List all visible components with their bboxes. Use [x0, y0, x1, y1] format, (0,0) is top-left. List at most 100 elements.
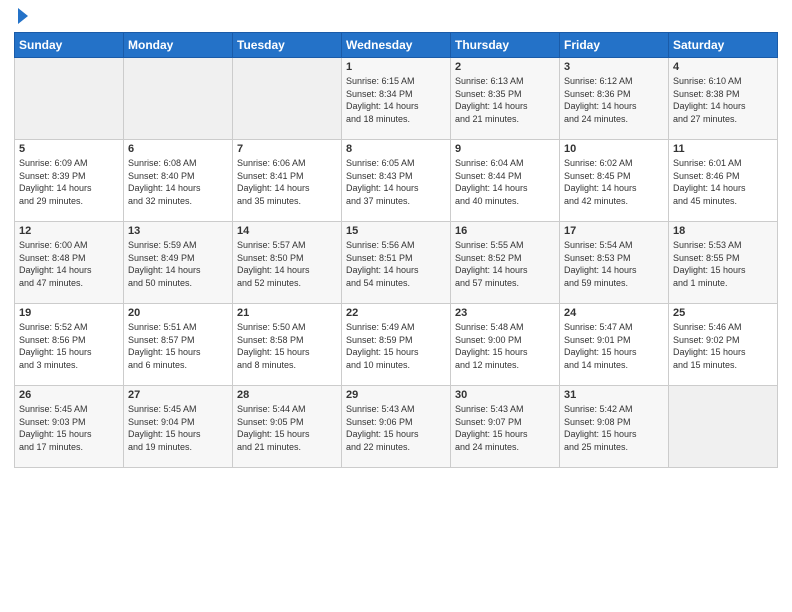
day-info: Sunrise: 6:12 AMSunset: 8:36 PMDaylight:…: [564, 75, 664, 125]
day-number: 17: [564, 225, 664, 237]
day-info: Sunrise: 5:49 AMSunset: 8:59 PMDaylight:…: [346, 321, 446, 371]
calendar-cell: 22 Sunrise: 5:49 AMSunset: 8:59 PMDayligh…: [342, 304, 451, 386]
day-info: Sunrise: 5:46 AMSunset: 9:02 PMDaylight:…: [673, 321, 773, 371]
day-info: Sunrise: 5:43 AMSunset: 9:06 PMDaylight:…: [346, 403, 446, 453]
day-info: Sunrise: 5:45 AMSunset: 9:03 PMDaylight:…: [19, 403, 119, 453]
calendar-cell: 18 Sunrise: 5:53 AMSunset: 8:55 PMDayligh…: [669, 222, 778, 304]
calendar-cell: 3 Sunrise: 6:12 AMSunset: 8:36 PMDaylight…: [560, 58, 669, 140]
page: SundayMondayTuesdayWednesdayThursdayFrid…: [0, 0, 792, 612]
day-info: Sunrise: 5:57 AMSunset: 8:50 PMDaylight:…: [237, 239, 337, 289]
day-number: 22: [346, 307, 446, 319]
calendar-week-3: 12 Sunrise: 6:00 AMSunset: 8:48 PMDayligh…: [15, 222, 778, 304]
calendar-cell: 19Sunrise: 5:52 AMSunset: 8:56 PMDayligh…: [15, 304, 124, 386]
logo-arrow-icon: [18, 8, 28, 24]
day-number: 9: [455, 143, 555, 155]
calendar-cell: [233, 58, 342, 140]
calendar-cell: 7 Sunrise: 6:06 AMSunset: 8:41 PMDaylight…: [233, 140, 342, 222]
calendar-cell: 25 Sunrise: 5:46 AMSunset: 9:02 PMDayligh…: [669, 304, 778, 386]
calendar-cell: 24Sunrise: 5:47 AMSunset: 9:01 PMDayligh…: [560, 304, 669, 386]
calendar-cell: 20Sunrise: 5:51 AMSunset: 8:57 PMDayligh…: [124, 304, 233, 386]
calendar-cell: 4Sunrise: 6:10 AMSunset: 8:38 PMDaylight…: [669, 58, 778, 140]
day-number: 31: [564, 389, 664, 401]
day-info: Sunrise: 6:00 AMSunset: 8:48 PMDaylight:…: [19, 239, 119, 289]
day-info: Sunrise: 5:42 AMSunset: 9:08 PMDaylight:…: [564, 403, 664, 453]
calendar-cell: 28 Sunrise: 5:44 AMSunset: 9:05 PMDayligh…: [233, 386, 342, 468]
day-number: 21: [237, 307, 337, 319]
col-header-tuesday: Tuesday: [233, 33, 342, 58]
day-number: 15: [346, 225, 446, 237]
day-number: 5: [19, 143, 119, 155]
calendar-week-1: 1 Sunrise: 6:15 AMSunset: 8:34 PMDaylight…: [15, 58, 778, 140]
day-number: 30: [455, 389, 555, 401]
day-info: Sunrise: 5:45 AMSunset: 9:04 PMDaylight:…: [128, 403, 228, 453]
header: [14, 10, 778, 24]
day-info: Sunrise: 5:59 AMSunset: 8:49 PMDaylight:…: [128, 239, 228, 289]
calendar-header-row: SundayMondayTuesdayWednesdayThursdayFrid…: [15, 33, 778, 58]
day-number: 7: [237, 143, 337, 155]
day-number: 28: [237, 389, 337, 401]
calendar-week-2: 5 Sunrise: 6:09 AMSunset: 8:39 PMDaylight…: [15, 140, 778, 222]
col-header-saturday: Saturday: [669, 33, 778, 58]
day-number: 18: [673, 225, 773, 237]
calendar-cell: 21 Sunrise: 5:50 AMSunset: 8:58 PMDayligh…: [233, 304, 342, 386]
day-info: Sunrise: 6:08 AMSunset: 8:40 PMDaylight:…: [128, 157, 228, 207]
day-info: Sunrise: 6:15 AMSunset: 8:34 PMDaylight:…: [346, 75, 446, 125]
day-info: Sunrise: 6:04 AMSunset: 8:44 PMDaylight:…: [455, 157, 555, 207]
col-header-wednesday: Wednesday: [342, 33, 451, 58]
calendar-cell: [15, 58, 124, 140]
day-info: Sunrise: 5:56 AMSunset: 8:51 PMDaylight:…: [346, 239, 446, 289]
day-number: 12: [19, 225, 119, 237]
day-info: Sunrise: 5:43 AMSunset: 9:07 PMDaylight:…: [455, 403, 555, 453]
calendar-cell: 16 Sunrise: 5:55 AMSunset: 8:52 PMDayligh…: [451, 222, 560, 304]
day-info: Sunrise: 6:06 AMSunset: 8:41 PMDaylight:…: [237, 157, 337, 207]
calendar-cell: 9 Sunrise: 6:04 AMSunset: 8:44 PMDaylight…: [451, 140, 560, 222]
day-info: Sunrise: 5:48 AMSunset: 9:00 PMDaylight:…: [455, 321, 555, 371]
calendar-cell: 10Sunrise: 6:02 AMSunset: 8:45 PMDayligh…: [560, 140, 669, 222]
calendar-cell: 8 Sunrise: 6:05 AMSunset: 8:43 PMDaylight…: [342, 140, 451, 222]
day-info: Sunrise: 5:50 AMSunset: 8:58 PMDaylight:…: [237, 321, 337, 371]
day-info: Sunrise: 5:55 AMSunset: 8:52 PMDaylight:…: [455, 239, 555, 289]
calendar-cell: 14Sunrise: 5:57 AMSunset: 8:50 PMDayligh…: [233, 222, 342, 304]
day-number: 8: [346, 143, 446, 155]
calendar-cell: 27Sunrise: 5:45 AMSunset: 9:04 PMDayligh…: [124, 386, 233, 468]
col-header-friday: Friday: [560, 33, 669, 58]
calendar-cell: 29Sunrise: 5:43 AMSunset: 9:06 PMDayligh…: [342, 386, 451, 468]
day-number: 13: [128, 225, 228, 237]
day-info: Sunrise: 6:02 AMSunset: 8:45 PMDaylight:…: [564, 157, 664, 207]
day-number: 26: [19, 389, 119, 401]
calendar-cell: 5 Sunrise: 6:09 AMSunset: 8:39 PMDaylight…: [15, 140, 124, 222]
day-info: Sunrise: 5:51 AMSunset: 8:57 PMDaylight:…: [128, 321, 228, 371]
day-info: Sunrise: 5:44 AMSunset: 9:05 PMDaylight:…: [237, 403, 337, 453]
calendar-cell: 12 Sunrise: 6:00 AMSunset: 8:48 PMDayligh…: [15, 222, 124, 304]
day-number: 24: [564, 307, 664, 319]
calendar-cell: 23Sunrise: 5:48 AMSunset: 9:00 PMDayligh…: [451, 304, 560, 386]
day-number: 6: [128, 143, 228, 155]
calendar-cell: 30 Sunrise: 5:43 AMSunset: 9:07 PMDayligh…: [451, 386, 560, 468]
calendar-cell: 1 Sunrise: 6:15 AMSunset: 8:34 PMDaylight…: [342, 58, 451, 140]
calendar-week-4: 19Sunrise: 5:52 AMSunset: 8:56 PMDayligh…: [15, 304, 778, 386]
day-number: 11: [673, 143, 773, 155]
col-header-monday: Monday: [124, 33, 233, 58]
day-info: Sunrise: 5:54 AMSunset: 8:53 PMDaylight:…: [564, 239, 664, 289]
day-info: Sunrise: 6:05 AMSunset: 8:43 PMDaylight:…: [346, 157, 446, 207]
calendar-cell: 15 Sunrise: 5:56 AMSunset: 8:51 PMDayligh…: [342, 222, 451, 304]
day-info: Sunrise: 6:10 AMSunset: 8:38 PMDaylight:…: [673, 75, 773, 125]
calendar-cell: 11Sunrise: 6:01 AMSunset: 8:46 PMDayligh…: [669, 140, 778, 222]
logo-text: [14, 10, 28, 24]
day-info: Sunrise: 5:52 AMSunset: 8:56 PMDaylight:…: [19, 321, 119, 371]
calendar-cell: 26 Sunrise: 5:45 AMSunset: 9:03 PMDayligh…: [15, 386, 124, 468]
calendar-cell: 2Sunrise: 6:13 AMSunset: 8:35 PMDaylight…: [451, 58, 560, 140]
day-info: Sunrise: 6:13 AMSunset: 8:35 PMDaylight:…: [455, 75, 555, 125]
calendar-cell: [124, 58, 233, 140]
day-number: 1: [346, 61, 446, 73]
col-header-thursday: Thursday: [451, 33, 560, 58]
calendar-cell: 17 Sunrise: 5:54 AMSunset: 8:53 PMDayligh…: [560, 222, 669, 304]
day-info: Sunrise: 6:09 AMSunset: 8:39 PMDaylight:…: [19, 157, 119, 207]
calendar-cell: 6 Sunrise: 6:08 AMSunset: 8:40 PMDaylight…: [124, 140, 233, 222]
calendar-table: SundayMondayTuesdayWednesdayThursdayFrid…: [14, 32, 778, 468]
logo: [14, 10, 28, 24]
day-number: 25: [673, 307, 773, 319]
day-number: 16: [455, 225, 555, 237]
day-info: Sunrise: 5:53 AMSunset: 8:55 PMDaylight:…: [673, 239, 773, 289]
day-number: 3: [564, 61, 664, 73]
